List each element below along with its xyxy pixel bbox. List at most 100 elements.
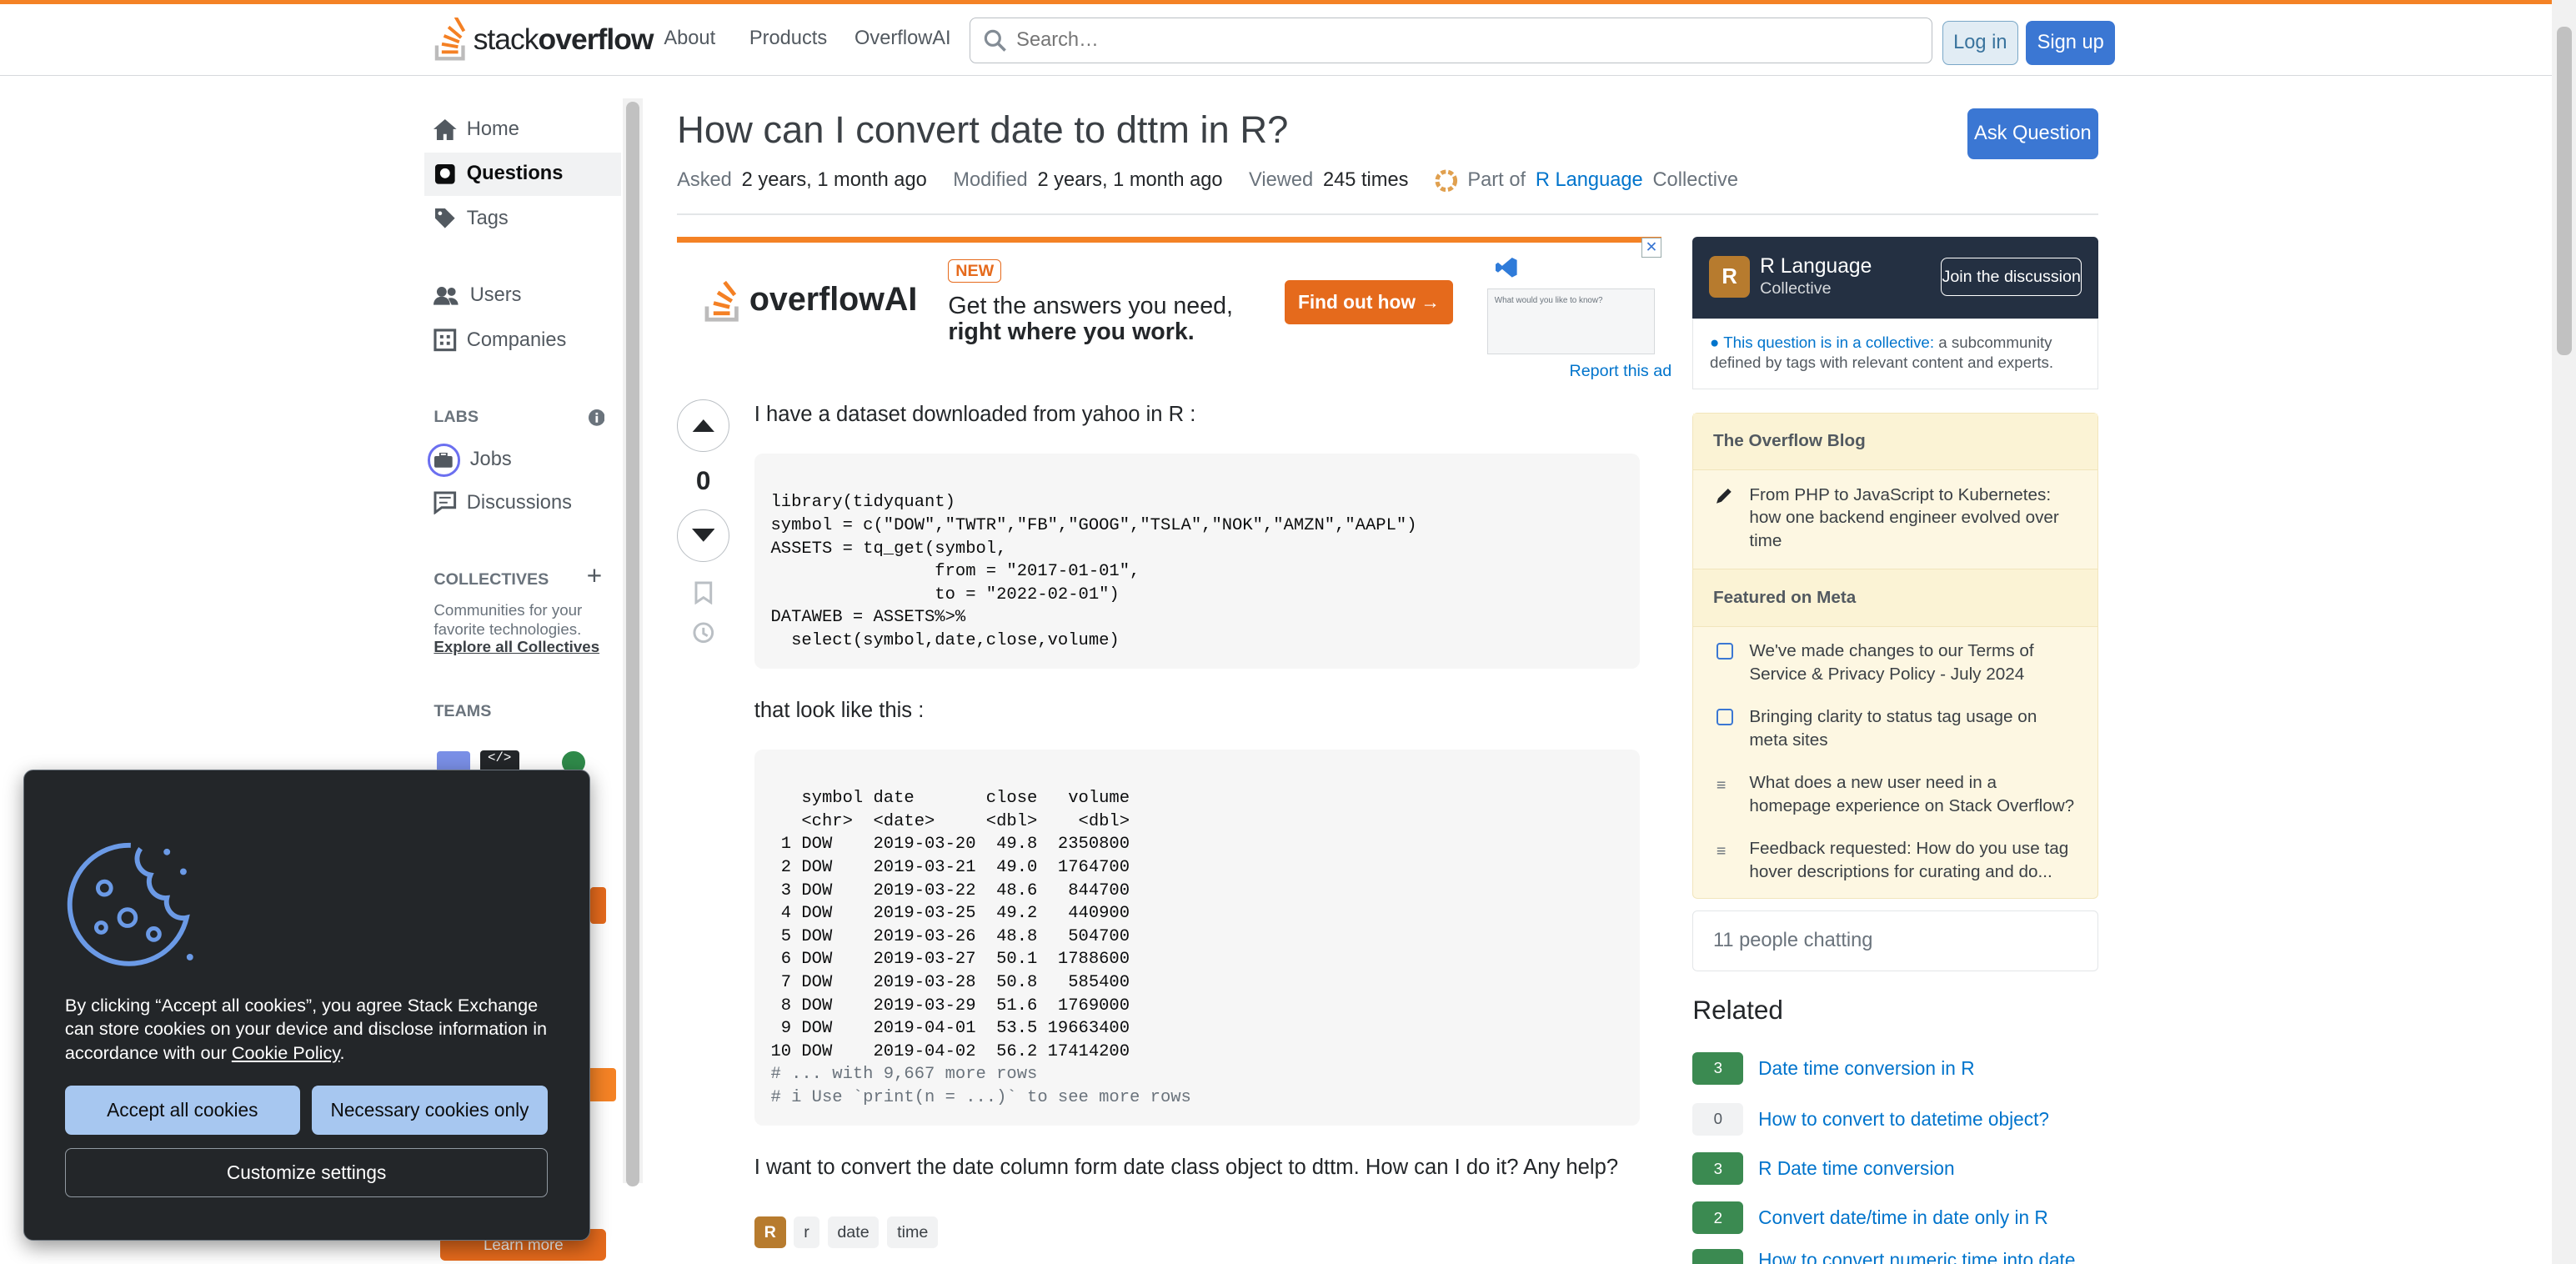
related-link[interactable]: Date time conversion in R [1758,1057,1974,1080]
collective-card: R R Language Collective Join the discuss… [1692,236,2099,319]
info-icon[interactable] [588,409,605,426]
sidebar-item-companies[interactable]: Companies [434,329,566,352]
code-comment-line: # i Use `print(n = ...)` to see more row… [770,1087,1191,1107]
related-link[interactable]: R Date time conversion [1758,1157,1954,1180]
modified-label: Modified [953,169,1028,192]
code-line: to = "2022-02-01") [770,584,1120,604]
collective-card-title[interactable]: R Language [1760,255,1872,278]
in-collective-link[interactable]: This question is in a collective: [1723,334,1934,351]
sidebar-scrollbar[interactable] [623,98,643,1187]
meta-item-text: Bringing clarity to status tag usage on … [1749,707,2037,750]
nav-products[interactable]: Products [749,28,827,50]
vscode-icon [1495,257,1517,278]
close-icon[interactable]: ✕ [1641,237,1661,258]
search-input[interactable] [1016,28,1904,52]
building-icon [434,329,457,352]
related-item[interactable]: 2 Convert date/time in date only in R [1692,1201,2048,1235]
asked-label: Asked [677,169,732,192]
tag-r-collective[interactable]: R [754,1216,786,1249]
sidebar-jobs-label: Jobs [469,449,512,471]
tag-date[interactable]: date [827,1216,880,1249]
related-item[interactable]: 0 How to convert to datetime object? [1692,1102,2049,1136]
code-line: 3 DOW 2019-03-22 48.6 844700 [770,880,1130,900]
ad-new-badge: NEW [948,258,1002,283]
related-item[interactable]: 3 R Date time conversion [1692,1151,1955,1186]
question-paragraph-1: I have a dataset downloaded from yahoo i… [754,402,1196,426]
discussion-icon [434,491,457,514]
code-line: 1 DOW 2019-03-20 49.8 2350800 [770,835,1130,855]
viewed-label: Viewed [1249,169,1314,192]
stack-icon: ≡ [1716,841,1727,860]
question-meta: Asked 2 years, 1 month ago Modified 2 ye… [677,169,1738,193]
collective-description: ● This question is in a collective: a su… [1692,319,2099,390]
tag-r[interactable]: r [794,1216,819,1249]
join-discussion-button[interactable]: Join the discussion [1940,258,2082,296]
sidebar-item-discussions[interactable]: Discussions [434,491,572,514]
tag-list: R r date time [754,1216,939,1249]
help-icon: ● [1710,334,1720,352]
meta-item[interactable]: Bringing clarity to status tag usage on … [1693,695,2097,761]
r-collective-avatar: R [1709,256,1751,298]
ask-question-button[interactable]: Ask Question [1967,108,2099,160]
code-line: symbol date close volume [770,789,1130,809]
history-icon[interactable] [692,621,715,645]
customize-settings-button[interactable]: Customize settings [64,1147,549,1198]
page-scrollbar[interactable] [2552,0,2576,1264]
related-item[interactable]: How to convert numeric time into date [1692,1249,2075,1264]
plus-icon[interactable]: + [587,560,602,591]
meta-post-icon [1716,643,1733,660]
sidebar-item-home[interactable]: Home [434,118,519,141]
ad-brand: overflowAI [749,281,918,319]
related-link[interactable]: How to convert to datetime object? [1758,1108,2049,1131]
meta-item[interactable]: We've made changes to our Terms of Servi… [1693,627,2097,696]
collective-link[interactable]: R Language [1536,169,1643,192]
related-link[interactable]: How to convert numeric time into date [1758,1249,2075,1264]
search-box[interactable] [970,17,1933,63]
explore-collectives-link[interactable]: Explore all Collectives [434,638,599,656]
nav-overflowai[interactable]: OverflowAI [854,28,951,50]
stackoverflow-logo[interactable]: stackoverflow [434,17,654,62]
nav-about[interactable]: About [664,28,715,50]
overflow-blog-widget: The Overflow Blog From PHP to JavaScript… [1692,412,2099,899]
related-link[interactable]: Convert date/time in date only in R [1758,1206,2048,1229]
sidebar-item-tags[interactable]: Tags [434,207,509,230]
sidebar-collectives-heading: COLLECTIVES [434,570,549,589]
viewed-value: 245 times [1322,169,1409,192]
sidebar-item-jobs[interactable]: Jobs [427,444,512,477]
signup-button[interactable]: Sign up [2026,20,2115,65]
modified-value[interactable]: 2 years, 1 month ago [1037,169,1222,192]
related-item[interactable]: 3 Date time conversion in R [1692,1051,1975,1085]
meta-item[interactable]: ≡ Feedback requested: How do you use tag … [1693,827,2097,898]
sidebar-companies-label: Companies [466,329,567,351]
asked-value: 2 years, 1 month ago [741,169,927,192]
downvote-button[interactable] [677,509,730,562]
code-line: 10 DOW 2019-04-02 56.2 17414200 [770,1041,1130,1061]
vote-column: 0 [677,399,730,645]
tag-time[interactable]: time [887,1216,939,1249]
code-line: 2 DOW 2019-03-21 49.0 1764700 [770,857,1130,877]
sidebar-home-label: Home [466,118,519,140]
bookmark-icon[interactable] [694,581,713,604]
report-ad-link[interactable]: Report this ad [1569,362,1671,381]
related-score: 3 [1692,1051,1744,1085]
cookie-policy-link[interactable]: Cookie Policy [232,1042,340,1063]
necessary-cookies-button[interactable]: Necessary cookies only [311,1085,549,1136]
sidebar-scrollbar-thumb[interactable] [626,102,639,1187]
sidebar-item-users[interactable]: Users [434,284,521,307]
page-scrollbar-thumb[interactable] [2557,26,2572,355]
sidebar-discussions-label: Discussions [466,491,572,514]
login-button[interactable]: Log in [1942,20,2018,65]
meta-item[interactable]: ≡ What does a new user need in a homepage… [1693,761,2097,827]
question-title[interactable]: How can I convert date to dttm in R? [677,108,1288,152]
ad-cta-button[interactable]: Find out how → [1285,280,1453,325]
blog-item[interactable]: From PHP to JavaScript to Kubernetes: ho… [1693,470,2097,569]
sidebar-item-questions[interactable]: Questions [423,153,622,196]
users-icon [434,286,459,305]
advertisement[interactable]: overflowAI NEW Get the answers you need,… [677,236,1661,359]
accept-all-cookies-button[interactable]: Accept all cookies [64,1085,300,1136]
related-score: 2 [1692,1201,1744,1235]
teams-cta-edge[interactable] [589,887,607,924]
chat-widget[interactable]: 11 people chatting [1692,910,2099,971]
upvote-button[interactable] [677,399,730,453]
vote-count: 0 [695,464,711,495]
